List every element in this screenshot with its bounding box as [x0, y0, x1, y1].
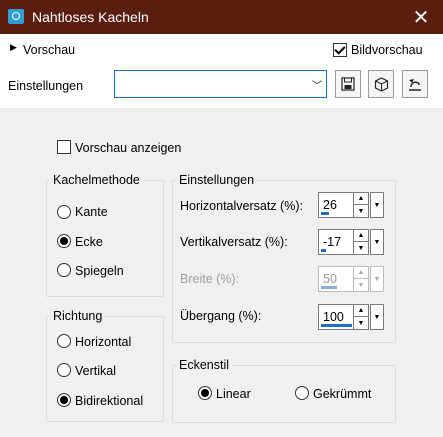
horizontal-offset-input[interactable]: 26 [318, 192, 354, 218]
chevron-down-icon[interactable]: ﹀ [310, 75, 324, 93]
settings-label: Einstellungen [8, 79, 84, 93]
vertical-offset-spinbox[interactable]: -17 ▲ ▼ ▼ [318, 229, 384, 255]
reset-button[interactable] [402, 70, 428, 98]
radio-kante-label[interactable]: Kante [75, 205, 108, 219]
spin-up-icon[interactable]: ▲ [354, 193, 368, 205]
radio-linear-label[interactable]: Linear [216, 387, 251, 401]
expand-triangle-icon[interactable]: ▶ [10, 42, 17, 53]
transition-value: 100 [323, 310, 344, 324]
radio-linear[interactable] [198, 385, 212, 400]
close-icon[interactable]: ✕ [399, 0, 443, 34]
radio-selected-icon[interactable] [57, 233, 71, 248]
corner-group-title: Eckenstil [176, 358, 233, 372]
spin-up-icon[interactable]: ▲ [354, 305, 368, 317]
width-label: Breite (%): [180, 272, 240, 286]
checkbox-unchecked-icon[interactable] [57, 139, 71, 154]
radio-gekruemmt-label[interactable]: Gekrümmt [313, 387, 371, 401]
horizontal-offset-label: Horizontalversatz (%): [180, 199, 303, 213]
radio-selected-icon[interactable] [198, 385, 212, 400]
spin-down-icon[interactable]: ▼ [354, 242, 368, 254]
vertical-offset-bar [321, 249, 326, 252]
bildvorschau-checkbox[interactable] [333, 42, 347, 57]
transition-label: Übergang (%): [180, 309, 262, 323]
radio-horizontal-label[interactable]: Horizontal [75, 335, 131, 349]
vertical-offset-input[interactable]: -17 [318, 229, 354, 255]
radio-bidirektional-label[interactable]: Bidirektional [75, 394, 143, 408]
params-group-title: Einstellungen [176, 173, 258, 187]
dice-icon [374, 76, 388, 92]
radio-vertikal[interactable] [57, 362, 71, 377]
radio-icon[interactable] [57, 262, 71, 277]
save-button[interactable] [335, 70, 361, 98]
spin-down-icon[interactable]: ▼ [354, 205, 368, 217]
spin-up-icon[interactable]: ▲ [354, 230, 368, 242]
checkbox-checked-icon[interactable] [333, 42, 347, 57]
show-preview-label[interactable]: Vorschau anzeigen [75, 141, 181, 155]
spin-down-icon: ▼ [357, 281, 365, 289]
horizontal-offset-value: 26 [323, 198, 337, 212]
radio-kante[interactable] [57, 204, 71, 219]
radio-icon[interactable] [57, 362, 71, 377]
direction-group-title: Richtung [50, 309, 106, 323]
camera-icon [8, 9, 24, 24]
radio-icon[interactable] [57, 333, 71, 348]
width-value: 50 [323, 272, 337, 286]
show-preview-checkbox[interactable] [57, 139, 71, 154]
radio-horizontal[interactable] [57, 333, 71, 348]
save-icon [341, 77, 355, 91]
transition-bar [321, 324, 352, 327]
radio-icon[interactable] [57, 204, 71, 219]
transition-input[interactable]: 100 [318, 304, 354, 330]
preview-section-label[interactable]: Vorschau [23, 43, 75, 57]
radio-vertikal-label[interactable]: Vertikal [75, 364, 116, 378]
bildvorschau-label[interactable]: Bildvorschau [351, 43, 423, 57]
dropdown-arrow-icon: ▼ [370, 266, 384, 292]
spin-up-icon: ▲ [354, 267, 368, 279]
spin-down-icon[interactable]: ▼ [354, 317, 368, 329]
radio-selected-icon[interactable] [57, 392, 71, 407]
radio-spiegeln-label[interactable]: Spiegeln [75, 264, 124, 278]
reset-icon [409, 78, 421, 91]
radio-icon[interactable] [295, 385, 309, 400]
window-title: Nahtloses Kacheln [32, 9, 149, 25]
width-input: 50 [318, 266, 354, 292]
radio-bidirektional[interactable] [57, 392, 71, 407]
width-spinbox: 50 ▲ ▼ ▼ [318, 266, 384, 292]
radio-spiegeln[interactable] [57, 262, 71, 277]
width-bar [321, 286, 337, 289]
vertical-offset-value: -17 [323, 235, 342, 249]
dropdown-arrow-icon[interactable]: ▼ [370, 229, 384, 255]
horizontal-offset-spinbox[interactable]: 26 ▲ ▼ ▼ [318, 192, 384, 218]
title-bar: Nahtloses Kacheln ✕ [0, 0, 443, 34]
settings-dropdown[interactable]: ﹀ [114, 70, 327, 98]
transition-spinbox[interactable]: 100 ▲ ▼ ▼ [318, 304, 384, 330]
radio-ecke-label[interactable]: Ecke [75, 235, 103, 249]
radio-ecke[interactable] [57, 233, 71, 248]
radio-gekruemmt[interactable] [295, 385, 309, 400]
vertical-offset-label: Vertikalversatz (%): [180, 235, 288, 249]
dropdown-arrow-icon[interactable]: ▼ [370, 304, 384, 330]
dropdown-arrow-icon[interactable]: ▼ [370, 192, 384, 218]
method-group-title: Kachelmethode [50, 173, 143, 187]
randomize-button[interactable] [368, 70, 394, 98]
horizontal-offset-bar [321, 212, 329, 215]
